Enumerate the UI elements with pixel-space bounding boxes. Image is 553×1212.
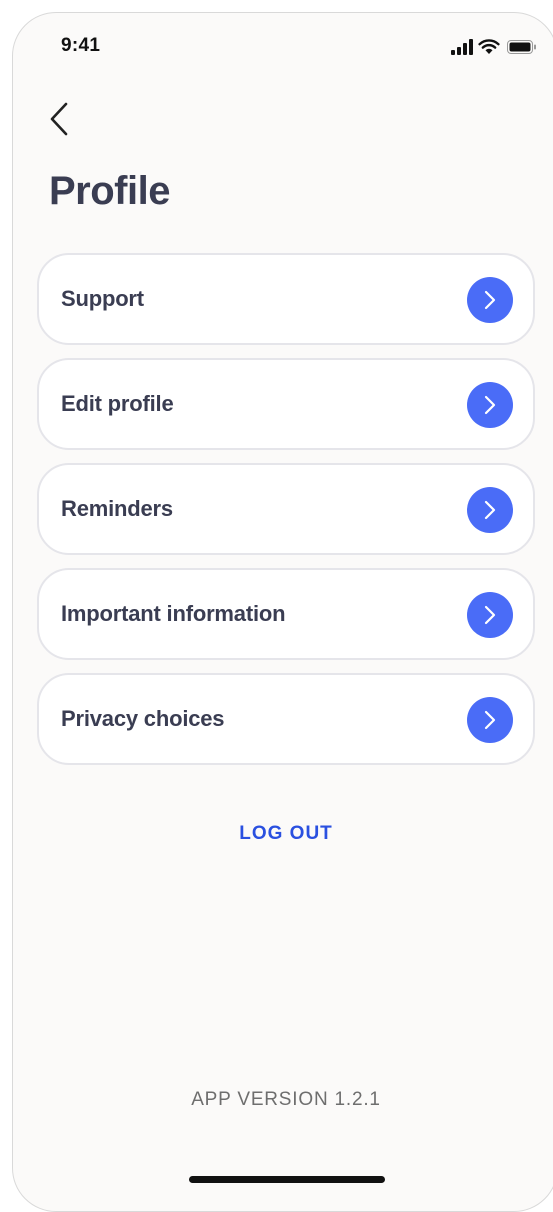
cellular-signal-icon bbox=[451, 39, 473, 55]
chevron-right-icon bbox=[467, 277, 513, 323]
wifi-icon bbox=[478, 39, 500, 54]
status-bar: 9:41 bbox=[13, 13, 553, 73]
phone-screen: 9:41 Profile Support Edit profile Remind… bbox=[12, 12, 553, 1212]
status-time: 9:41 bbox=[61, 35, 101, 56]
menu-item-privacy-choices[interactable]: Privacy choices bbox=[37, 673, 535, 765]
chevron-right-icon bbox=[467, 382, 513, 428]
page-title: Profile bbox=[49, 169, 170, 213]
chevron-right-icon bbox=[467, 487, 513, 533]
profile-menu-list: Support Edit profile Reminders Important… bbox=[37, 253, 535, 778]
chevron-right-icon bbox=[467, 697, 513, 743]
back-button[interactable] bbox=[41, 99, 77, 139]
menu-item-important-information[interactable]: Important information bbox=[37, 568, 535, 660]
app-version-label: APP VERSION 1.2.1 bbox=[191, 1089, 381, 1110]
menu-item-edit-profile[interactable]: Edit profile bbox=[37, 358, 535, 450]
menu-item-label: Important information bbox=[61, 601, 286, 626]
menu-item-reminders[interactable]: Reminders bbox=[37, 463, 535, 555]
home-indicator[interactable] bbox=[189, 1176, 385, 1183]
logout-button[interactable]: LOG OUT bbox=[13, 823, 553, 845]
menu-item-label: Privacy choices bbox=[61, 706, 225, 731]
menu-item-support[interactable]: Support bbox=[37, 253, 535, 345]
status-icons bbox=[451, 39, 541, 57]
chevron-right-icon bbox=[467, 592, 513, 638]
menu-item-label: Reminders bbox=[61, 496, 173, 521]
menu-item-label: Support bbox=[61, 286, 144, 311]
chevron-left-icon bbox=[50, 102, 68, 136]
menu-item-label: Edit profile bbox=[61, 391, 174, 416]
battery-icon bbox=[507, 40, 536, 54]
